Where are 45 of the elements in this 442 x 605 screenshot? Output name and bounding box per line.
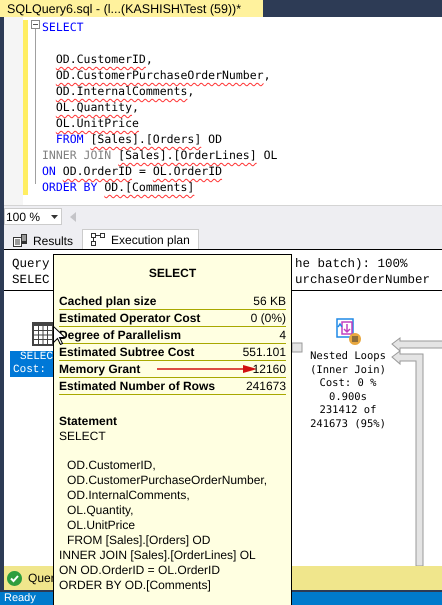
property-value: 0 (0%)	[250, 311, 286, 325]
property-value: 241673	[246, 379, 286, 393]
code-line: FROM [Sales].[Orders] OD	[54, 131, 224, 147]
statement-line: FROM [Sales].[Orders] OD	[66, 533, 212, 548]
plan-header-text: he batch): 100%	[295, 256, 408, 272]
statement-line: OD.CustomerID,	[66, 457, 157, 473]
document-tab-title: SQLQuery6.sql - (l...(KASHISH\Test (59))*	[7, 2, 242, 16]
code-line: SELECT	[42, 19, 85, 35]
operator-label[interactable]: Nested Loops (Inner Join) Cost: 0 % 0.900s 231412 of 241673 (95%)	[310, 350, 386, 431]
property-label: Cached plan size	[59, 294, 156, 308]
code-line: ON OD.OrderID = OL.OrderID	[42, 163, 224, 179]
code-line: OD.CustomerPurchaseOrderNumber,	[54, 67, 272, 83]
query-status-text: Quer	[28, 571, 55, 585]
status-text: Ready	[4, 592, 36, 605]
statement-line: OD.CustomerPurchaseOrderNumber,	[66, 473, 268, 488]
plan-header-text: Query	[12, 256, 50, 272]
statement-heading: Statement	[59, 414, 118, 429]
plan-header-text: urchaseOrderNumber	[295, 272, 430, 288]
property-value: 12160	[252, 362, 286, 376]
statement-line: OL.Quantity,	[66, 503, 134, 518]
property-label: Estimated Subtree Cost	[59, 345, 194, 359]
zoom-dropdown[interactable]: 100 %	[4, 208, 62, 225]
code-line: OL.Quantity,	[54, 99, 140, 115]
tooltip-title: SELECT	[148, 266, 198, 280]
code-line: OL.UnitPrice	[54, 115, 140, 131]
code-line: ORDER BY OD.[Comments]	[42, 179, 196, 195]
code-line: OD.CustomerID,	[54, 51, 154, 67]
statement-line: ON OD.OrderID = OL.OrderID	[59, 563, 222, 578]
statement-line: OL.UnitPrice	[66, 518, 136, 533]
operator-label[interactable]: SELEC Cost:	[10, 351, 54, 377]
plan-header-text: SELEC	[12, 272, 50, 288]
property-label: Estimated Operator Cost	[59, 311, 200, 325]
property-label: Estimated Number of Rows	[59, 379, 216, 393]
property-label: Memory Grant	[59, 362, 140, 376]
property-value: 551.101	[242, 345, 286, 359]
statement-line: INNER JOIN [Sales].[OrderLines] OL	[59, 548, 257, 563]
statement-line: ORDER BY OD.[Comments]	[59, 578, 212, 593]
property-value: 4	[279, 328, 286, 342]
property-value: 56 KB	[253, 294, 286, 308]
document-tab[interactable]: SQLQuery6.sql - (l...(KASHISH\Test (59))*	[0, 0, 263, 17]
code-line: INNER JOIN [Sales].[OrderLines] OL	[42, 147, 278, 163]
result-tab[interactable]: Execution plan	[82, 229, 199, 249]
statement-line: SELECT	[59, 429, 107, 444]
statement-line: OD.InternalComments,	[66, 488, 191, 503]
code-line: OD.InternalComments,	[54, 83, 196, 99]
